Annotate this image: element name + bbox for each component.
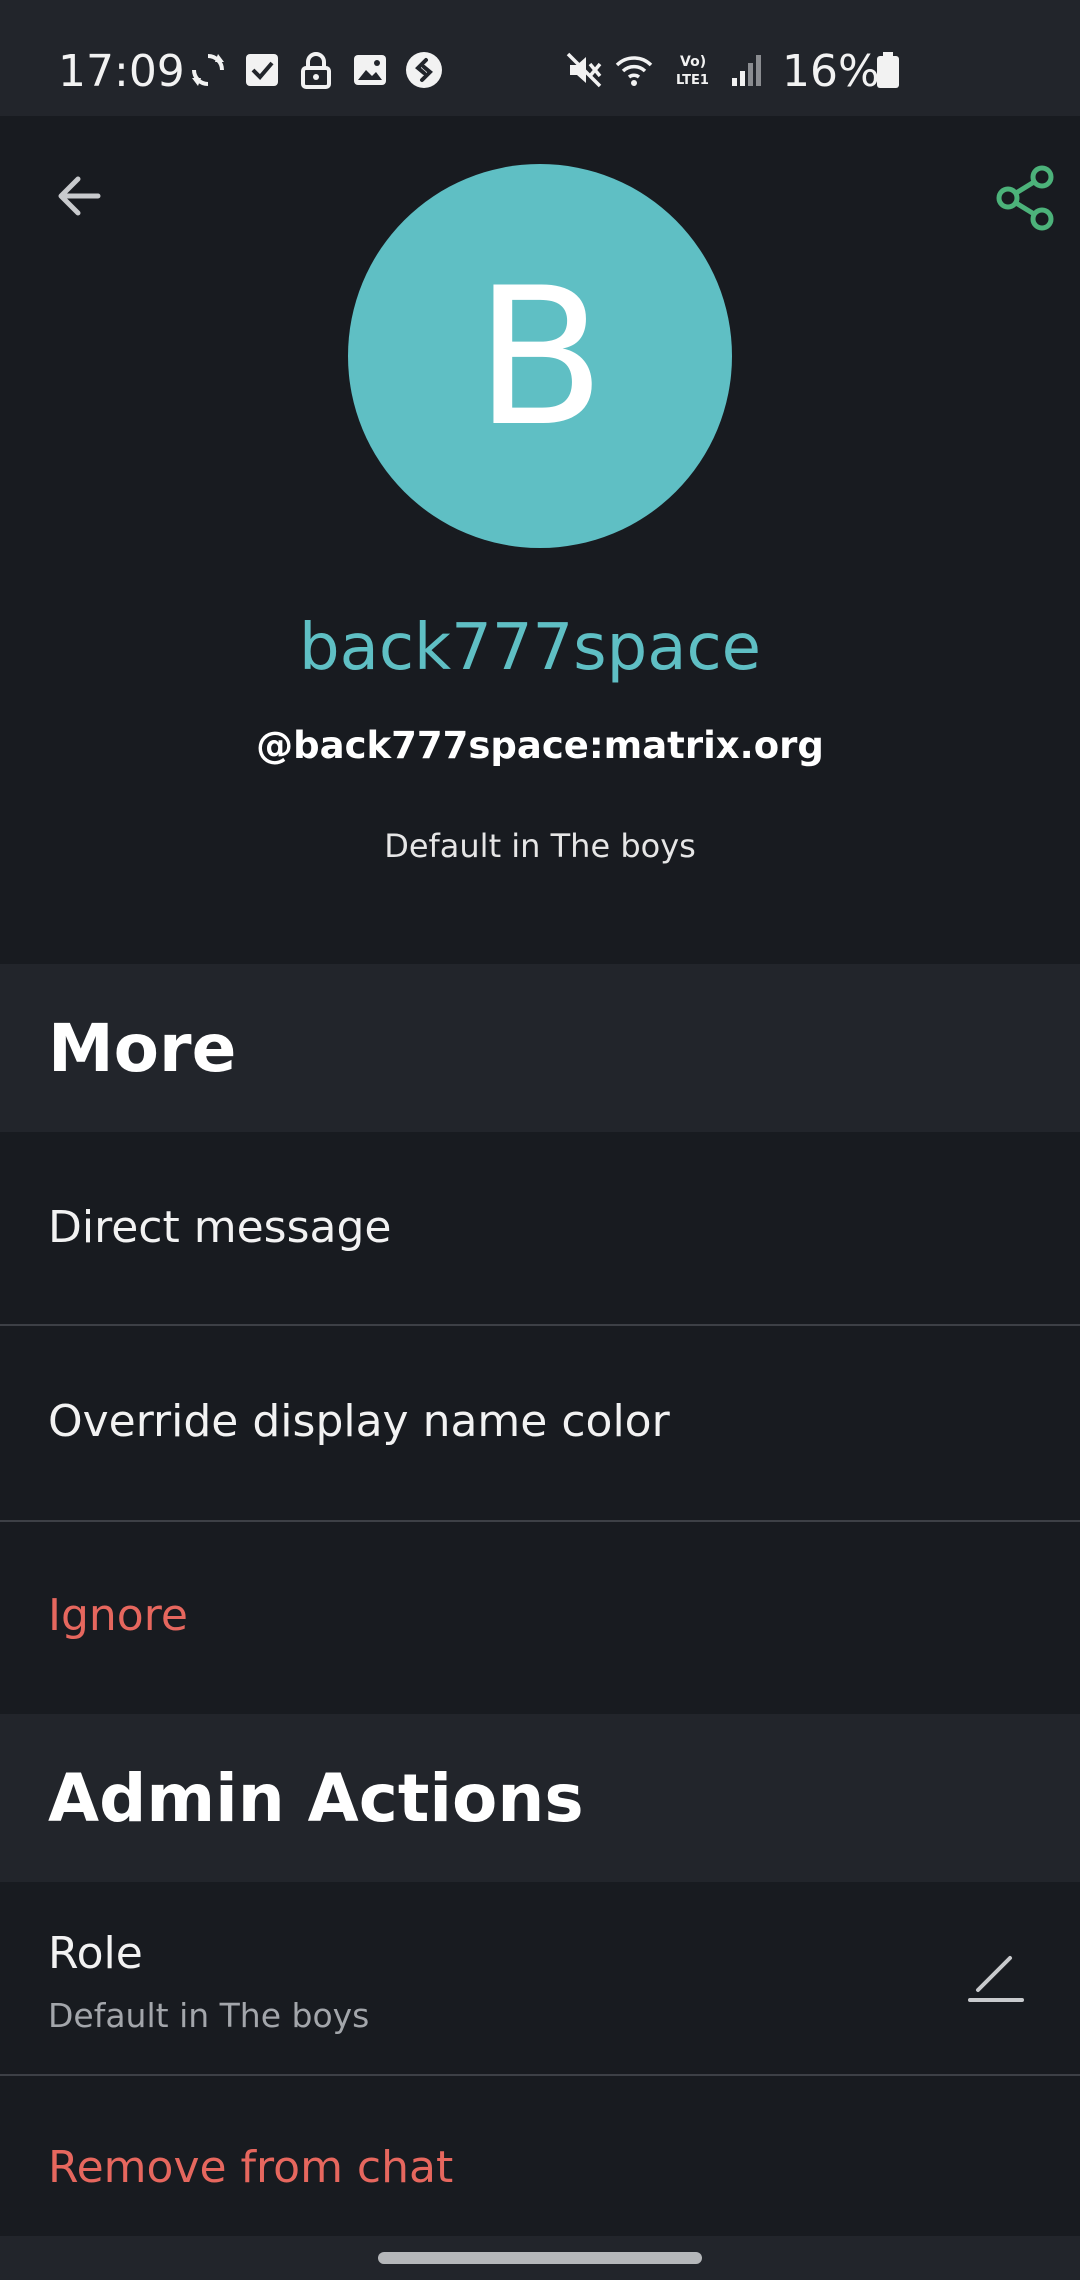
override-name-color-label: Override display name color <box>48 1396 670 1447</box>
section-title-more: More <box>48 1009 237 1087</box>
direct-message-button[interactable]: Direct message <box>0 1132 1080 1324</box>
ignore-label: Ignore <box>48 1590 188 1641</box>
volte-icon: Vo) LTE1 <box>676 54 709 88</box>
role-row[interactable]: Role Default in The boys <box>0 1882 1080 2074</box>
section-header-admin: Admin Actions <box>0 1714 1080 1882</box>
remove-from-chat-button[interactable]: Remove from chat <box>0 2076 1080 2236</box>
sync-icon <box>192 54 224 86</box>
section-title-admin: Admin Actions <box>48 1759 584 1837</box>
ignore-button[interactable]: Ignore <box>0 1522 1080 1714</box>
display-name: back777space <box>299 611 761 685</box>
section-header-more: More <box>0 964 1080 1132</box>
lock-icon <box>301 52 331 89</box>
back-arrow-icon[interactable] <box>46 160 118 232</box>
svg-text:LTE1: LTE1 <box>676 73 709 88</box>
shazam-icon <box>406 52 442 88</box>
avatar[interactable]: B <box>348 164 732 548</box>
mute-icon <box>566 52 602 88</box>
checkbox-icon <box>246 54 278 86</box>
role-value: Default in The boys <box>48 1996 370 2035</box>
override-name-color-button[interactable]: Override display name color <box>0 1326 1080 1520</box>
status-time: 17:09 <box>58 46 185 97</box>
gallery-icon <box>354 55 386 85</box>
role-label: Role <box>48 1928 143 1979</box>
user-id: @back777space:matrix.org <box>256 724 824 767</box>
remove-from-chat-label: Remove from chat <box>48 2142 454 2193</box>
role-caption: Default in The boys <box>384 827 696 865</box>
svg-text:Vo): Vo) <box>680 54 706 70</box>
home-indicator[interactable] <box>378 2252 702 2264</box>
share-icon[interactable] <box>992 162 1064 234</box>
direct-message-label: Direct message <box>48 1202 392 1253</box>
signal-icon <box>732 55 761 86</box>
edit-icon[interactable] <box>960 1940 1032 2012</box>
battery-percent: 16% <box>782 46 880 97</box>
battery-icon <box>877 52 899 88</box>
status-bar: 17:09 Vo) LTE1 16% <box>0 0 1080 116</box>
avatar-letter: B <box>474 247 606 468</box>
wifi-icon <box>615 56 653 86</box>
